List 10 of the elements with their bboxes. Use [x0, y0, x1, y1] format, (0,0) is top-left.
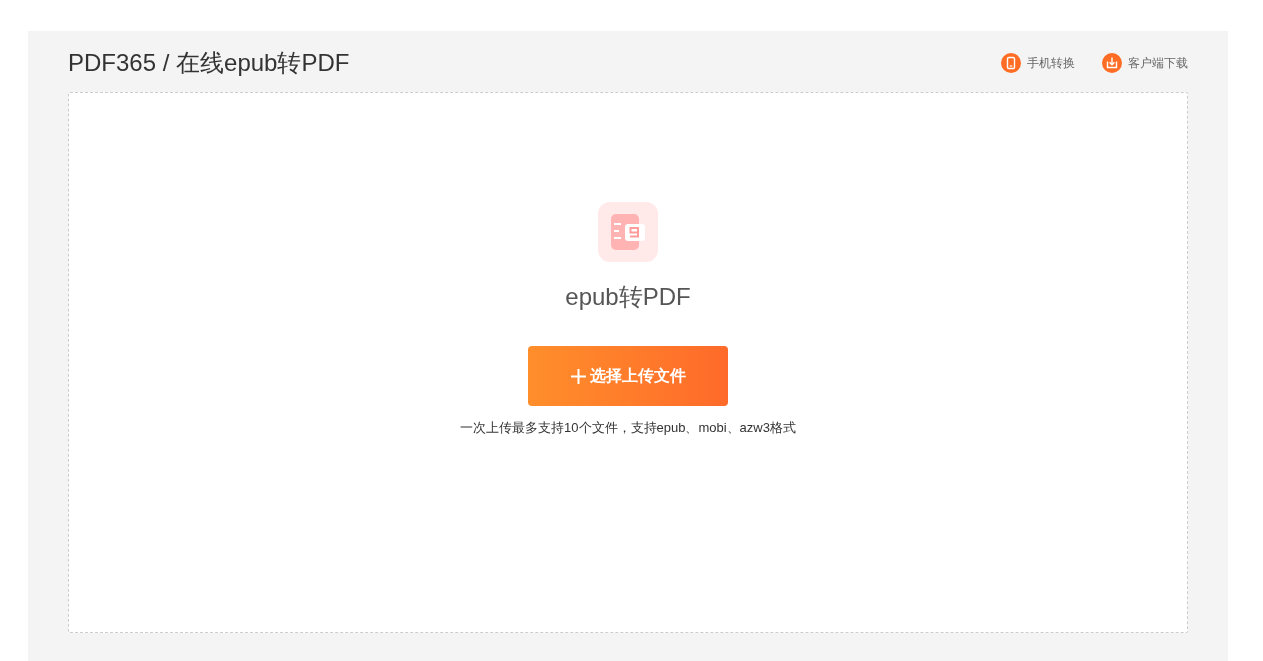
converter-title: epub转PDF [565, 282, 691, 312]
ebook-file-icon [598, 202, 658, 262]
header-link[interactable]: 手机转换 [1001, 53, 1075, 73]
download-icon [1102, 53, 1122, 73]
upload-hint: 一次上传最多支持10个文件，支持epub、mobi、azw3格式 [460, 419, 796, 437]
phone-icon [1001, 53, 1021, 73]
breadcrumb-title: PDF365 / 在线epub转PDF [68, 48, 350, 75]
plus-icon [570, 368, 586, 384]
header-link[interactable]: 客户端下载 [1102, 53, 1188, 73]
upload-drop-area[interactable]: epub转PDF 选择上传文件 一次上传最多支持10个文件，支持epub、mobi、azw3格式 [68, 92, 1188, 633]
